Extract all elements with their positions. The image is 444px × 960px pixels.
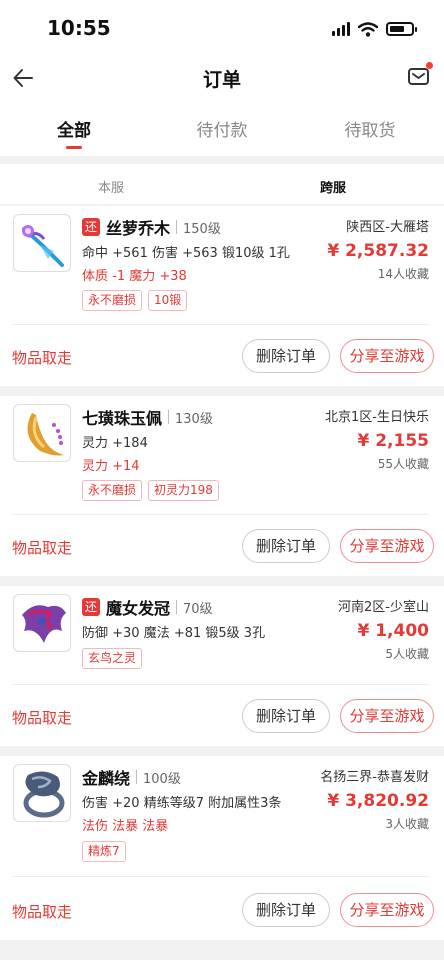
order-card[interactable]: 还 丝萝乔木 150级 命中 +561 伤害 +563 锻10级 1孔 体质 -…: [0, 206, 444, 386]
status-icons: [332, 20, 417, 38]
item-price: ¥ 1,400: [357, 621, 429, 641]
item-tag: 精炼7: [82, 841, 126, 862]
item-tag: 永不磨损: [82, 480, 143, 501]
item-tags: 永不磨损 10锻: [82, 290, 188, 311]
item-level: 70级: [183, 601, 213, 617]
server-name: 河南2区-少室山: [338, 600, 429, 615]
item-level: 130级: [175, 411, 213, 427]
clock: 10:55: [47, 16, 111, 40]
battery-icon: [386, 22, 417, 36]
return-badge: 还: [82, 218, 100, 236]
favorites-count: 55人收藏: [377, 457, 429, 471]
item-name: 金麟绕: [82, 769, 131, 788]
signal-icon: [332, 22, 350, 36]
page-title: 订单: [202, 69, 241, 91]
separator: [176, 220, 178, 234]
delete-order-button[interactable]: 删除订单: [242, 893, 330, 927]
item-name: 丝萝乔木: [106, 219, 171, 238]
item-tags: 精炼7: [82, 841, 126, 862]
tab-pending-payment[interactable]: 待付款: [148, 100, 296, 156]
separator: [176, 600, 178, 614]
share-to-game-button[interactable]: 分享至游戏: [340, 339, 434, 373]
share-to-game-button[interactable]: 分享至游戏: [340, 893, 434, 927]
tab-cross-server[interactable]: 跨服: [222, 164, 444, 204]
item-level: 150级: [183, 221, 221, 237]
order-card[interactable]: 七璜珠玉佩 130级 灵力 +184 灵力 +14 永不磨损 初灵力198 北京…: [0, 396, 444, 576]
delete-order-button[interactable]: 删除订单: [242, 529, 330, 563]
favorites-count: 14人收藏: [377, 267, 429, 281]
item-price: ¥ 2,587.32: [327, 241, 429, 261]
item-price: ¥ 2,155: [357, 431, 429, 451]
wifi-icon: [358, 21, 378, 37]
item-stats: 命中 +561 伤害 +563 锻10级 1孔: [82, 246, 290, 261]
order-tabs: 全部 待付款 待取货: [0, 100, 444, 156]
messages-button[interactable]: [404, 61, 434, 91]
server-name: 陕西区-大雁塔: [346, 220, 429, 235]
item-bonus-stats: 法伤 法暴 法暴: [82, 819, 169, 834]
card-divider: [13, 876, 429, 877]
separator: [136, 770, 138, 784]
ring-icon: [23, 771, 65, 818]
order-card[interactable]: 金麟绕 100级 伤害 +20 精练等级7 附加属性3条 法伤 法暴 法暴 精炼…: [0, 756, 444, 940]
item-title: 七璜珠玉佩 130级: [82, 406, 213, 428]
crown-icon: [22, 605, 66, 643]
tab-local-server[interactable]: 本服: [0, 164, 222, 204]
item-stats: 灵力 +184: [82, 436, 148, 451]
item-title: 还 魔女发冠 70级: [82, 596, 213, 618]
order-status: 物品取走: [12, 903, 73, 921]
item-level: 100级: [143, 771, 181, 787]
item-title: 还 丝萝乔木 150级: [82, 216, 221, 238]
order-card[interactable]: 还 魔女发冠 70级 防御 +30 魔法 +81 锻5级 3孔 玄鸟之灵 河南2…: [0, 586, 444, 746]
card-divider: [13, 514, 429, 515]
item-tag: 永不磨损: [82, 290, 143, 311]
item-thumbnail: [13, 404, 71, 462]
nav-bar: 订单: [0, 56, 444, 100]
pendant-icon: [27, 413, 64, 456]
notification-dot: [426, 62, 433, 69]
favorites-count: 5人收藏: [385, 647, 429, 661]
item-thumbnail: [13, 764, 71, 822]
delete-order-button[interactable]: 删除订单: [242, 699, 330, 733]
item-bonus-stats: 体质 -1 魔力 +38: [82, 269, 187, 284]
item-tag: 玄鸟之灵: [82, 648, 143, 669]
tab-all[interactable]: 全部: [0, 100, 148, 156]
favorites-count: 3人收藏: [385, 817, 429, 831]
item-tags: 永不磨损 初灵力198: [82, 480, 219, 501]
item-thumbnail: [13, 594, 71, 652]
item-tag: 初灵力198: [148, 480, 219, 501]
separator: [168, 410, 170, 424]
order-status: 物品取走: [12, 709, 73, 727]
card-divider: [13, 684, 429, 685]
item-tag: 10锻: [148, 290, 188, 311]
server-name: 北京1区-生日快乐: [325, 410, 429, 425]
item-tags: 玄鸟之灵: [82, 648, 143, 669]
staff-icon: [22, 225, 64, 267]
tab-pending-pickup[interactable]: 待取货: [296, 100, 444, 156]
item-thumbnail: [13, 214, 71, 272]
item-stats: 伤害 +20 精练等级7 附加属性3条: [82, 796, 282, 811]
item-bonus-stats: 灵力 +14: [82, 459, 140, 474]
item-title: 金麟绕 100级: [82, 766, 181, 788]
delete-order-button[interactable]: 删除订单: [242, 339, 330, 373]
item-name: 魔女发冠: [106, 599, 171, 618]
item-price: ¥ 3,820.92: [327, 791, 429, 811]
share-to-game-button[interactable]: 分享至游戏: [340, 529, 434, 563]
return-badge: 还: [82, 598, 100, 616]
item-stats: 防御 +30 魔法 +81 锻5级 3孔: [82, 626, 266, 641]
order-status: 物品取走: [12, 539, 73, 557]
share-to-game-button[interactable]: 分享至游戏: [340, 699, 434, 733]
status-bar: 10:55: [0, 0, 444, 56]
card-divider: [13, 324, 429, 325]
item-name: 七璜珠玉佩: [82, 409, 163, 428]
server-tabs: 本服 跨服: [0, 164, 444, 204]
order-status: 物品取走: [12, 349, 73, 367]
server-name: 名扬三界-恭喜发财: [320, 770, 429, 785]
